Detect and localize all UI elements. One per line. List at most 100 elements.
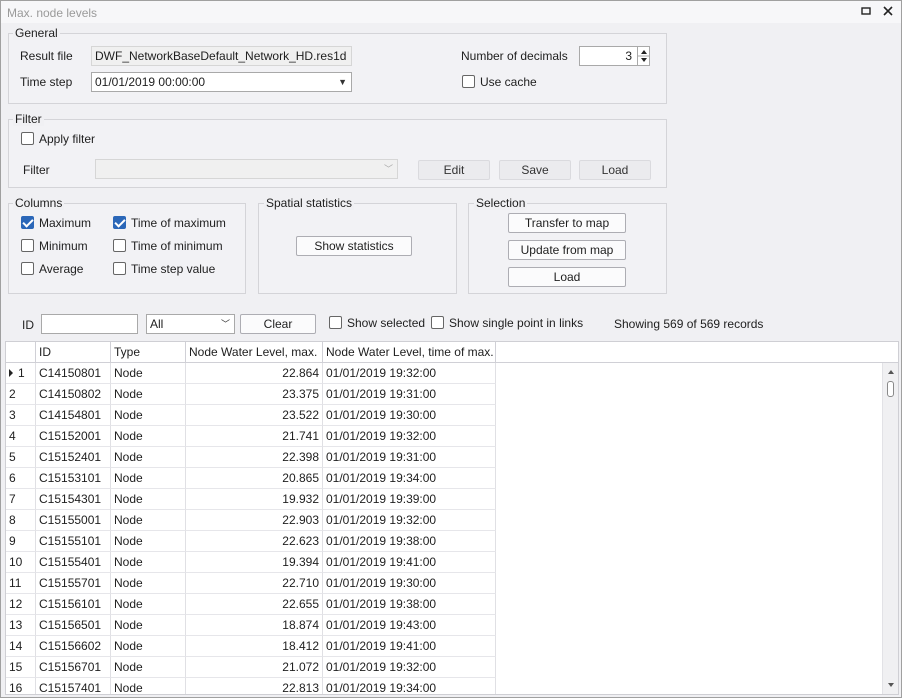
type-filter-dropdown[interactable]: All ﹀ [146, 314, 235, 334]
time-of-max-cell[interactable]: 01/01/2019 19:34:00 [323, 468, 496, 489]
max-level-cell[interactable]: 23.522 [186, 405, 323, 426]
table-row[interactable]: 1 C14150801 Node 22.864 01/01/2019 19:32:00 [6, 363, 496, 384]
maximize-icon[interactable] [858, 4, 874, 20]
id-cell[interactable]: C15153101 [36, 468, 111, 489]
time-of-max-cell[interactable]: 01/01/2019 19:32:00 [323, 426, 496, 447]
type-cell[interactable]: Node [111, 447, 186, 468]
max-level-cell[interactable]: 22.655 [186, 594, 323, 615]
max-level-cell[interactable]: 22.398 [186, 447, 323, 468]
time-of-max-cell[interactable]: 01/01/2019 19:41:00 [323, 552, 496, 573]
row-number-cell[interactable]: 14 [6, 636, 36, 657]
id-cell[interactable]: C15152401 [36, 447, 111, 468]
table-row[interactable]: 12 C15156101 Node 22.655 01/01/2019 19:38:00 [6, 594, 496, 615]
time-of-maximum-checkbox[interactable] [113, 216, 126, 229]
id-cell[interactable]: C15152001 [36, 426, 111, 447]
row-number-cell[interactable]: 2 [6, 384, 36, 405]
table-row[interactable]: 2 C14150802 Node 23.375 01/01/2019 19:31:00 [6, 384, 496, 405]
type-cell[interactable]: Node [111, 384, 186, 405]
type-cell[interactable]: Node [111, 363, 186, 384]
update-from-map-button[interactable]: Update from map [508, 240, 626, 260]
result-file-field[interactable]: DWF_NetworkBaseDefault_Network_HD.res1d [91, 46, 352, 66]
max-level-cell[interactable]: 23.375 [186, 384, 323, 405]
time-of-max-cell[interactable]: 01/01/2019 19:34:00 [323, 678, 496, 694]
type-cell[interactable]: Node [111, 510, 186, 531]
row-number-cell[interactable]: 6 [6, 468, 36, 489]
load-selection-button[interactable]: Load [508, 267, 626, 287]
max-level-cell[interactable]: 22.813 [186, 678, 323, 694]
table-row[interactable]: 8 C15155001 Node 22.903 01/01/2019 19:32:00 [6, 510, 496, 531]
vertical-scrollbar[interactable] [882, 363, 898, 694]
table-row[interactable]: 14 C15156602 Node 18.412 01/01/2019 19:41:00 [6, 636, 496, 657]
time-of-max-cell[interactable]: 01/01/2019 19:32:00 [323, 363, 496, 384]
id-search-input[interactable] [41, 314, 138, 334]
time-of-max-cell[interactable]: 01/01/2019 19:30:00 [323, 573, 496, 594]
row-number-cell[interactable]: 7 [6, 489, 36, 510]
edit-button[interactable]: Edit [418, 160, 490, 180]
clear-button[interactable]: Clear [240, 314, 316, 334]
id-cell[interactable]: C14154801 [36, 405, 111, 426]
row-number-cell[interactable]: 4 [6, 426, 36, 447]
results-grid[interactable]: ID Type Node Water Level, max. Node Wate… [5, 341, 899, 695]
scroll-down-icon[interactable] [883, 678, 899, 692]
time-of-max-cell[interactable]: 01/01/2019 19:31:00 [323, 447, 496, 468]
max-level-cell[interactable]: 21.072 [186, 657, 323, 678]
table-row[interactable]: 7 C15154301 Node 19.932 01/01/2019 19:39:00 [6, 489, 496, 510]
id-cell[interactable]: C15155001 [36, 510, 111, 531]
id-cell[interactable]: C15155701 [36, 573, 111, 594]
row-number-cell[interactable]: 12 [6, 594, 36, 615]
type-cell[interactable]: Node [111, 573, 186, 594]
type-cell[interactable]: Node [111, 405, 186, 426]
max-level-cell[interactable]: 21.741 [186, 426, 323, 447]
table-row[interactable]: 10 C15155401 Node 19.394 01/01/2019 19:41:00 [6, 552, 496, 573]
type-cell[interactable]: Node [111, 594, 186, 615]
type-cell[interactable]: Node [111, 657, 186, 678]
column-header-time-of-max[interactable]: Node Water Level, time of max. [323, 342, 496, 363]
time-of-max-cell[interactable]: 01/01/2019 19:32:00 [323, 657, 496, 678]
type-cell[interactable]: Node [111, 531, 186, 552]
time-step-value-checkbox[interactable] [113, 262, 126, 275]
scroll-up-icon[interactable] [883, 365, 899, 379]
show-selected-checkbox[interactable] [329, 316, 342, 329]
max-level-cell[interactable]: 19.394 [186, 552, 323, 573]
id-cell[interactable]: C15155101 [36, 531, 111, 552]
time-of-max-cell[interactable]: 01/01/2019 19:31:00 [323, 384, 496, 405]
row-number-cell[interactable]: 8 [6, 510, 36, 531]
time-of-max-cell[interactable]: 01/01/2019 19:30:00 [323, 405, 496, 426]
maximum-checkbox[interactable] [21, 216, 34, 229]
row-number-cell[interactable]: 9 [6, 531, 36, 552]
id-cell[interactable]: C14150801 [36, 363, 111, 384]
max-level-cell[interactable]: 22.864 [186, 363, 323, 384]
id-cell[interactable]: C15155401 [36, 552, 111, 573]
row-number-cell[interactable]: 11 [6, 573, 36, 594]
type-cell[interactable]: Node [111, 468, 186, 489]
row-number-cell[interactable]: 13 [6, 615, 36, 636]
show-statistics-button[interactable]: Show statistics [296, 236, 412, 256]
time-of-max-cell[interactable]: 01/01/2019 19:32:00 [323, 510, 496, 531]
scrollbar-thumb[interactable] [887, 381, 894, 397]
row-number-cell[interactable]: 3 [6, 405, 36, 426]
row-number-cell[interactable]: 16 [6, 678, 36, 694]
apply-filter-checkbox[interactable] [21, 132, 34, 145]
transfer-to-map-button[interactable]: Transfer to map [508, 213, 626, 233]
use-cache-checkbox[interactable] [462, 75, 475, 88]
id-cell[interactable]: C15156101 [36, 594, 111, 615]
row-number-cell[interactable]: 5 [6, 447, 36, 468]
column-header-id[interactable]: ID [36, 342, 111, 363]
table-row[interactable]: 15 C15156701 Node 21.072 01/01/2019 19:32:00 [6, 657, 496, 678]
time-of-max-cell[interactable]: 01/01/2019 19:38:00 [323, 594, 496, 615]
table-row[interactable]: 9 C15155101 Node 22.623 01/01/2019 19:38:00 [6, 531, 496, 552]
average-checkbox[interactable] [21, 262, 34, 275]
time-of-max-cell[interactable]: 01/01/2019 19:39:00 [323, 489, 496, 510]
type-cell[interactable]: Node [111, 636, 186, 657]
column-header-max-level[interactable]: Node Water Level, max. [186, 342, 323, 363]
id-cell[interactable]: C15157401 [36, 678, 111, 694]
id-cell[interactable]: C15154301 [36, 489, 111, 510]
time-of-max-cell[interactable]: 01/01/2019 19:38:00 [323, 531, 496, 552]
load-filter-button[interactable]: Load [579, 160, 651, 180]
table-row[interactable]: 6 C15153101 Node 20.865 01/01/2019 19:34:00 [6, 468, 496, 489]
table-row[interactable]: 13 C15156501 Node 18.874 01/01/2019 19:43:00 [6, 615, 496, 636]
close-icon[interactable] [880, 4, 896, 20]
type-cell[interactable]: Node [111, 489, 186, 510]
type-cell[interactable]: Node [111, 678, 186, 694]
type-cell[interactable]: Node [111, 615, 186, 636]
